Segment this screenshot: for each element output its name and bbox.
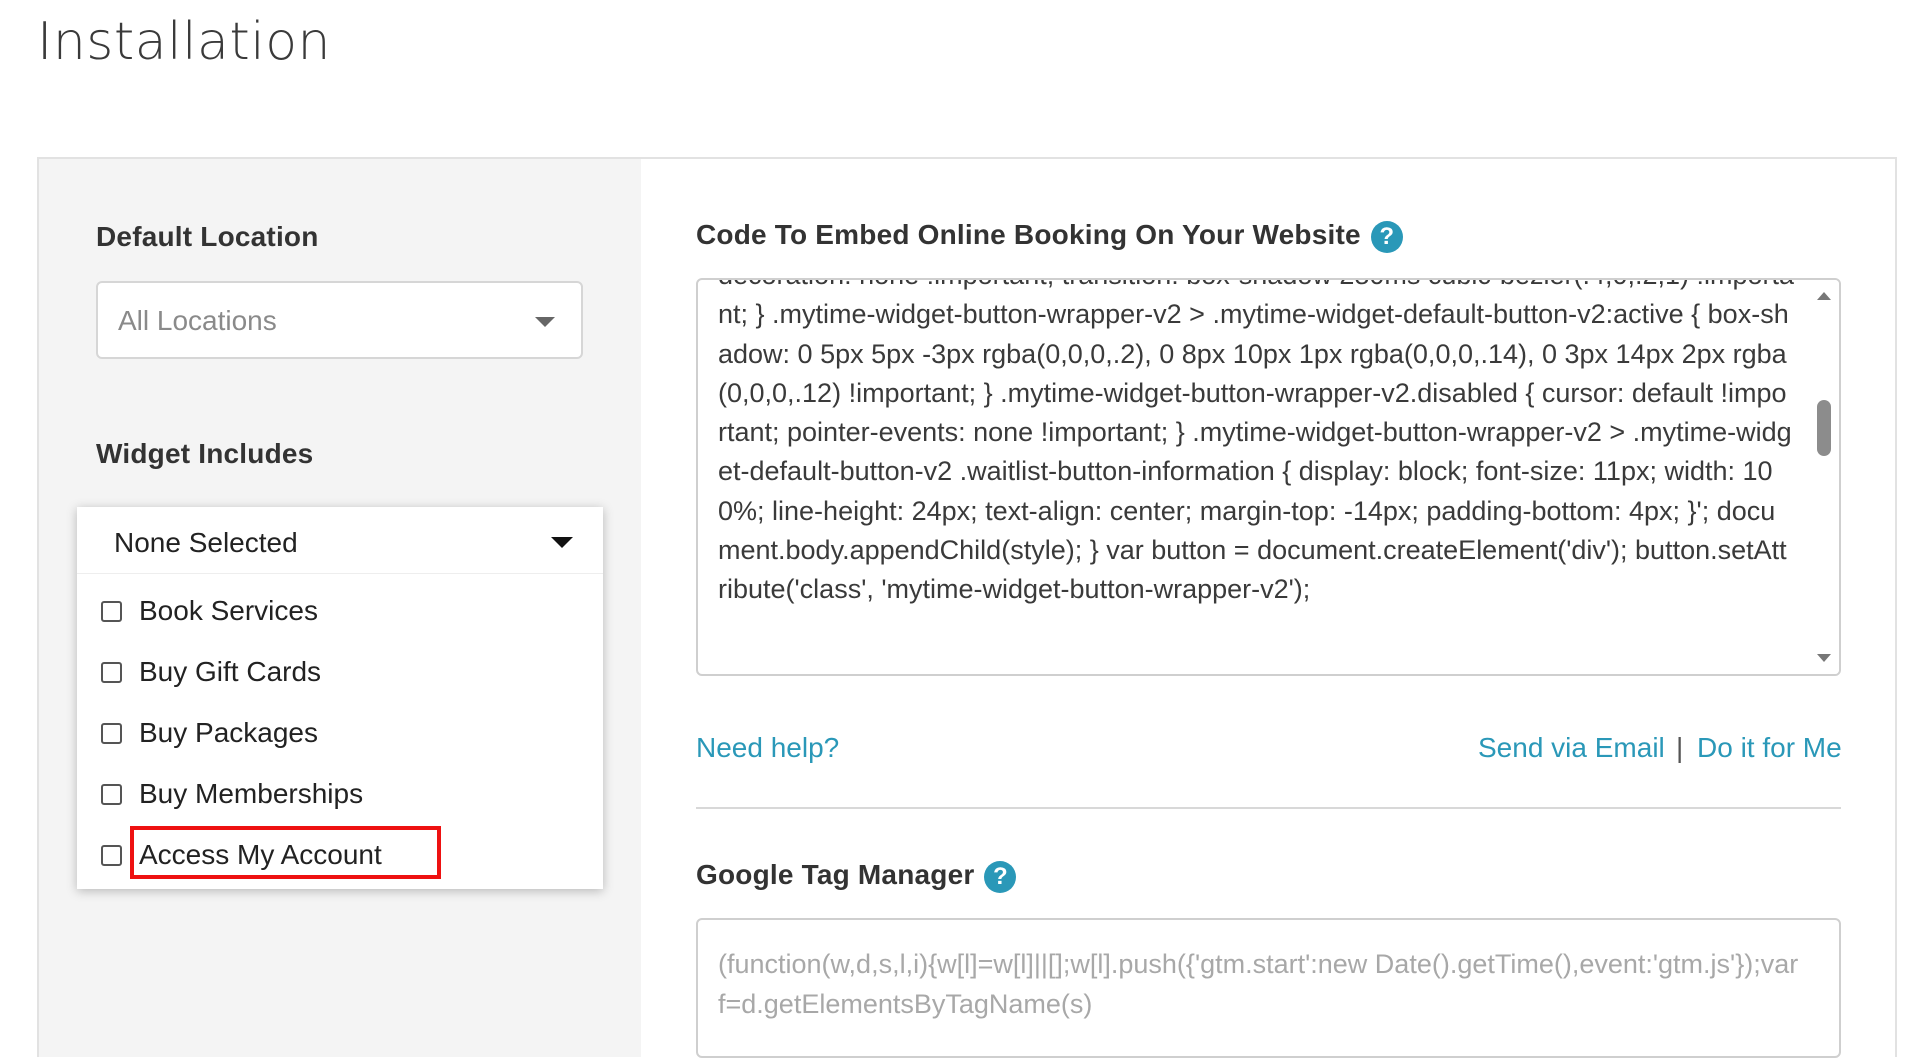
help-icon[interactable]: ? (984, 860, 1017, 893)
widget-includes-selected: None Selected (114, 527, 298, 558)
page-title: Installation (37, 12, 332, 72)
widget-includes-multiselect: None Selected Book Services Buy Gift Car… (77, 507, 603, 889)
option-label: Buy Packages (139, 717, 318, 748)
divider (696, 807, 1841, 809)
option-buy-memberships[interactable]: Buy Memberships (101, 776, 571, 816)
option-buy-packages[interactable]: Buy Packages (101, 715, 571, 755)
embed-code-text: decoration: none !important; transition:… (718, 280, 1794, 605)
checkbox[interactable] (101, 601, 122, 622)
option-label: Buy Gift Cards (139, 656, 322, 687)
embed-code-label-text: Code To Embed Online Booking On Your Web… (696, 219, 1361, 250)
option-label: Book Services (139, 595, 318, 626)
gtm-textarea[interactable]: (function(w,d,s,l,i){w[l]=w[l]||[];w[l].… (696, 918, 1841, 1058)
scroll-up-icon[interactable] (1817, 292, 1831, 300)
scrollbar[interactable] (1809, 280, 1839, 674)
gtm-label: Google Tag Manager? (696, 859, 1017, 893)
checkbox[interactable] (101, 845, 122, 866)
send-via-email-link[interactable]: Send via Email (1478, 732, 1665, 764)
widget-includes-label: Widget Includes (96, 438, 314, 469)
default-location-label: Default Location (96, 221, 319, 252)
help-icon[interactable]: ? (1370, 220, 1403, 253)
widget-includes-toggle[interactable]: None Selected (77, 507, 603, 574)
default-location-value: All Locations (118, 305, 277, 336)
option-buy-gift-cards[interactable]: Buy Gift Cards (101, 654, 571, 694)
link-separator: | (1676, 732, 1684, 763)
chevron-down-icon (535, 317, 555, 327)
option-label: Access My Account (139, 839, 382, 870)
caret-down-icon (551, 537, 573, 548)
embed-code-textarea[interactable]: decoration: none !important; transition:… (696, 278, 1841, 676)
option-label: Buy Memberships (139, 778, 364, 809)
embed-code-label: Code To Embed Online Booking On Your Web… (696, 219, 1403, 253)
scroll-thumb[interactable] (1817, 400, 1831, 456)
checkbox[interactable] (101, 723, 122, 744)
option-book-services[interactable]: Book Services (101, 593, 571, 633)
option-access-my-account[interactable]: Access My Account (101, 837, 571, 877)
gtm-placeholder: (function(w,d,s,l,i){w[l]=w[l]||[];w[l].… (718, 949, 1799, 1019)
need-help-link[interactable]: Need help? (696, 732, 839, 764)
scroll-down-icon[interactable] (1817, 654, 1831, 662)
checkbox[interactable] (101, 662, 122, 683)
do-it-for-me-link[interactable]: Do it for Me (1697, 732, 1842, 764)
checkbox[interactable] (101, 784, 122, 805)
gtm-label-text: Google Tag Manager (696, 859, 975, 890)
default-location-select[interactable]: All Locations (96, 281, 583, 359)
